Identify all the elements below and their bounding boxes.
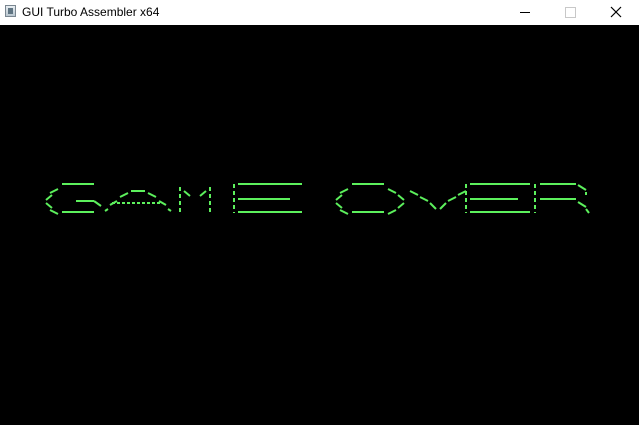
letter-v [409,190,467,210]
title-bar[interactable]: GUI Turbo Assembler x64 [0,0,639,25]
letter-e [233,183,302,213]
letter-r [534,183,590,214]
letter-m [179,187,211,213]
maximize-icon [565,7,576,18]
minimize-icon [520,12,530,13]
window-title: GUI Turbo Assembler x64 [22,5,160,19]
app-window: GUI Turbo Assembler x64 GAME OVER [0,0,639,425]
close-button[interactable] [593,0,639,25]
letter-o [335,183,405,215]
app-icon [5,5,16,17]
game-over-banner [45,183,590,215]
letter-g [45,183,102,215]
close-icon [610,6,622,18]
game-screen: GAME OVER [0,25,639,425]
minimize-button[interactable] [501,0,547,25]
letter-a [104,190,172,212]
letter-e-2 [465,183,530,213]
maximize-button[interactable] [547,0,593,25]
